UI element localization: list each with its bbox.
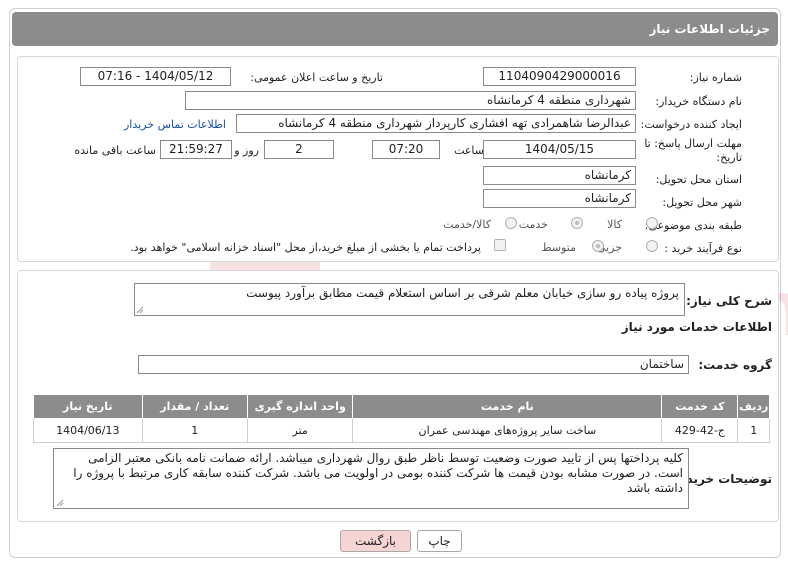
creator-label: ایجاد کننده درخواست: — [640, 118, 742, 131]
cell-service-name: ساخت سایر پروژه‌های مهندسی عمران — [352, 418, 663, 443]
page-title: جزئیات اطلاعات نیاز — [12, 12, 778, 46]
cell-service-code: ج-42-429 — [661, 418, 739, 443]
buyer-org-field: شهرداری منطقه 4 کرمانشاه — [185, 91, 636, 110]
category-radio-goods-service[interactable] — [505, 217, 517, 229]
cell-quantity: 1 — [141, 418, 248, 443]
buyer-contact-link[interactable]: اطلاعات تماس خریدار — [124, 118, 226, 131]
buyer-notes-textarea[interactable]: کلیه پرداختها پس از تایید صورت وضعیت توس… — [53, 448, 689, 509]
treasury-payment-checkbox[interactable] — [494, 239, 506, 251]
deadline-time-field: 07:20 — [372, 140, 440, 159]
cell-row: 1 — [737, 418, 770, 443]
city-field: کرمانشاه — [483, 189, 636, 208]
province-field: کرمانشاه — [483, 166, 636, 185]
deadline-label: مهلت ارسال پاسخ: تا — [644, 137, 742, 150]
print-button[interactable]: چاپ — [417, 530, 462, 552]
services-table: ردیف کد خدمت نام خدمت واحد اندازه گیری ت… — [33, 394, 770, 443]
back-button[interactable]: بازگشت — [340, 530, 411, 552]
buyer-org-label: نام دستگاه خریدار: — [655, 95, 742, 108]
summary-text: پروژه پیاده رو سازی خیابان معلم شرقی بر … — [246, 286, 679, 300]
category-radio-goods[interactable] — [646, 217, 658, 229]
process-label: نوع فرآیند خرید : — [664, 242, 742, 255]
deadline-time-label: ساعت — [454, 144, 484, 157]
cell-unit: متر — [246, 418, 354, 443]
category-label: طبقه بندی موضوعی: — [644, 219, 742, 232]
remaining-time-field: 21:59:27 — [160, 140, 232, 159]
days-field: 2 — [264, 140, 334, 159]
deadline-date-label: تاریخ: — [716, 151, 742, 164]
treasury-payment-note: پرداخت تمام یا بخشی از مبلغ خرید،از محل … — [130, 241, 481, 254]
col-service-name: نام خدمت — [352, 394, 663, 419]
summary-textarea[interactable]: پروژه پیاده رو سازی خیابان معلم شرقی بر … — [134, 283, 685, 316]
process-radio-minor[interactable] — [646, 240, 658, 252]
remaining-time-label: ساعت باقی مانده — [74, 144, 156, 157]
city-label: شهر محل تحویل: — [662, 196, 742, 209]
col-unit: واحد اندازه گیری — [246, 394, 354, 419]
announce-datetime-label: تاریخ و ساعت اعلان عمومی: — [250, 71, 383, 84]
col-service-code: کد خدمت — [661, 394, 739, 419]
province-label: استان محل تحویل: — [655, 173, 742, 186]
creator-field: عبدالرضا شاهمرادی تهه افشاری کارپرداز شه… — [236, 114, 636, 133]
days-label: روز و — [234, 144, 259, 157]
service-group-field: ساختمان — [138, 355, 689, 374]
process-option-medium: متوسط — [541, 241, 576, 254]
buyer-notes-text: کلیه پرداختها پس از تایید صورت وضعیت توس… — [73, 451, 683, 495]
services-table-header: ردیف کد خدمت نام خدمت واحد اندازه گیری ت… — [33, 394, 770, 419]
category-option-goods: کالا — [607, 218, 622, 231]
deadline-date-field: 1404/05/15 — [483, 140, 636, 159]
col-quantity: تعداد / مقدار — [141, 394, 248, 419]
need-number-label: شماره نیاز: — [689, 71, 742, 84]
process-radio-medium[interactable] — [592, 240, 604, 252]
summary-label: شرح کلی نیاز: — [686, 294, 772, 308]
col-row: ردیف — [737, 394, 770, 419]
resize-grip-icon — [136, 306, 144, 314]
cell-need-date: 1404/06/13 — [33, 418, 143, 443]
category-option-service: خدمت — [518, 218, 548, 231]
resize-grip-icon-2 — [56, 499, 64, 507]
need-number-field: 1104090429000016 — [483, 67, 636, 86]
services-section-title: اطلاعات خدمات مورد نیاز — [621, 320, 772, 334]
announce-datetime-field: 1404/05/12 - 07:16 — [80, 67, 231, 86]
category-radio-service[interactable] — [571, 217, 583, 229]
category-option-goods-service: کالا/خدمت — [443, 218, 491, 231]
service-group-label: گروه خدمت: — [698, 358, 772, 372]
table-row: 1 ج-42-429 ساخت سایر پروژه‌های مهندسی عم… — [33, 418, 770, 443]
col-need-date: تاریخ نیاز — [33, 394, 143, 419]
